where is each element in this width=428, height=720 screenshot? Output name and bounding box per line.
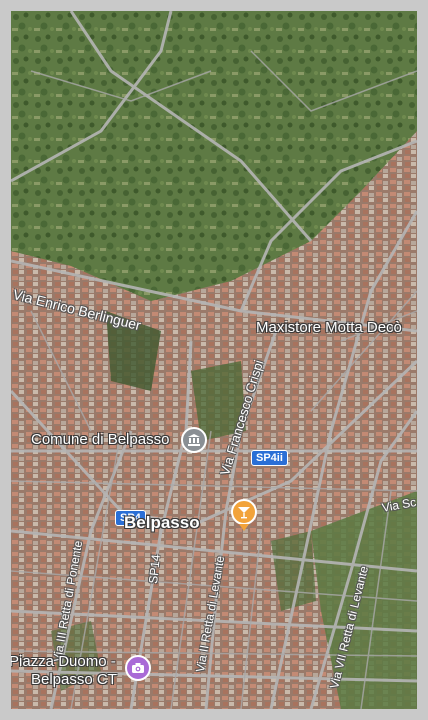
poi-label-comune[interactable]: Comune di Belpasso bbox=[31, 431, 169, 449]
camera-icon[interactable] bbox=[125, 655, 151, 681]
town-hall-icon[interactable] bbox=[181, 427, 207, 453]
poi-label-piazza-duomo-line1[interactable]: Piazza Duomo - bbox=[11, 653, 116, 671]
cocktail-icon[interactable] bbox=[231, 499, 257, 525]
camera-glyph bbox=[132, 663, 144, 673]
road-shield-sp4ii: SP4ii bbox=[251, 450, 288, 466]
poi-label-maxistore[interactable]: Maxistore Motta Decò bbox=[256, 319, 402, 337]
poi-label-piazza-duomo-line2[interactable]: Belpasso CT bbox=[31, 671, 117, 689]
town-hall-glyph bbox=[188, 434, 200, 446]
cocktail-pin-tail bbox=[239, 524, 249, 531]
cocktail-glyph bbox=[238, 507, 250, 519]
town-label-belpasso: Belpasso bbox=[124, 513, 200, 532]
map-viewport[interactable]: Via Enrico Berlinguer Via Francesco Cris… bbox=[11, 11, 417, 709]
